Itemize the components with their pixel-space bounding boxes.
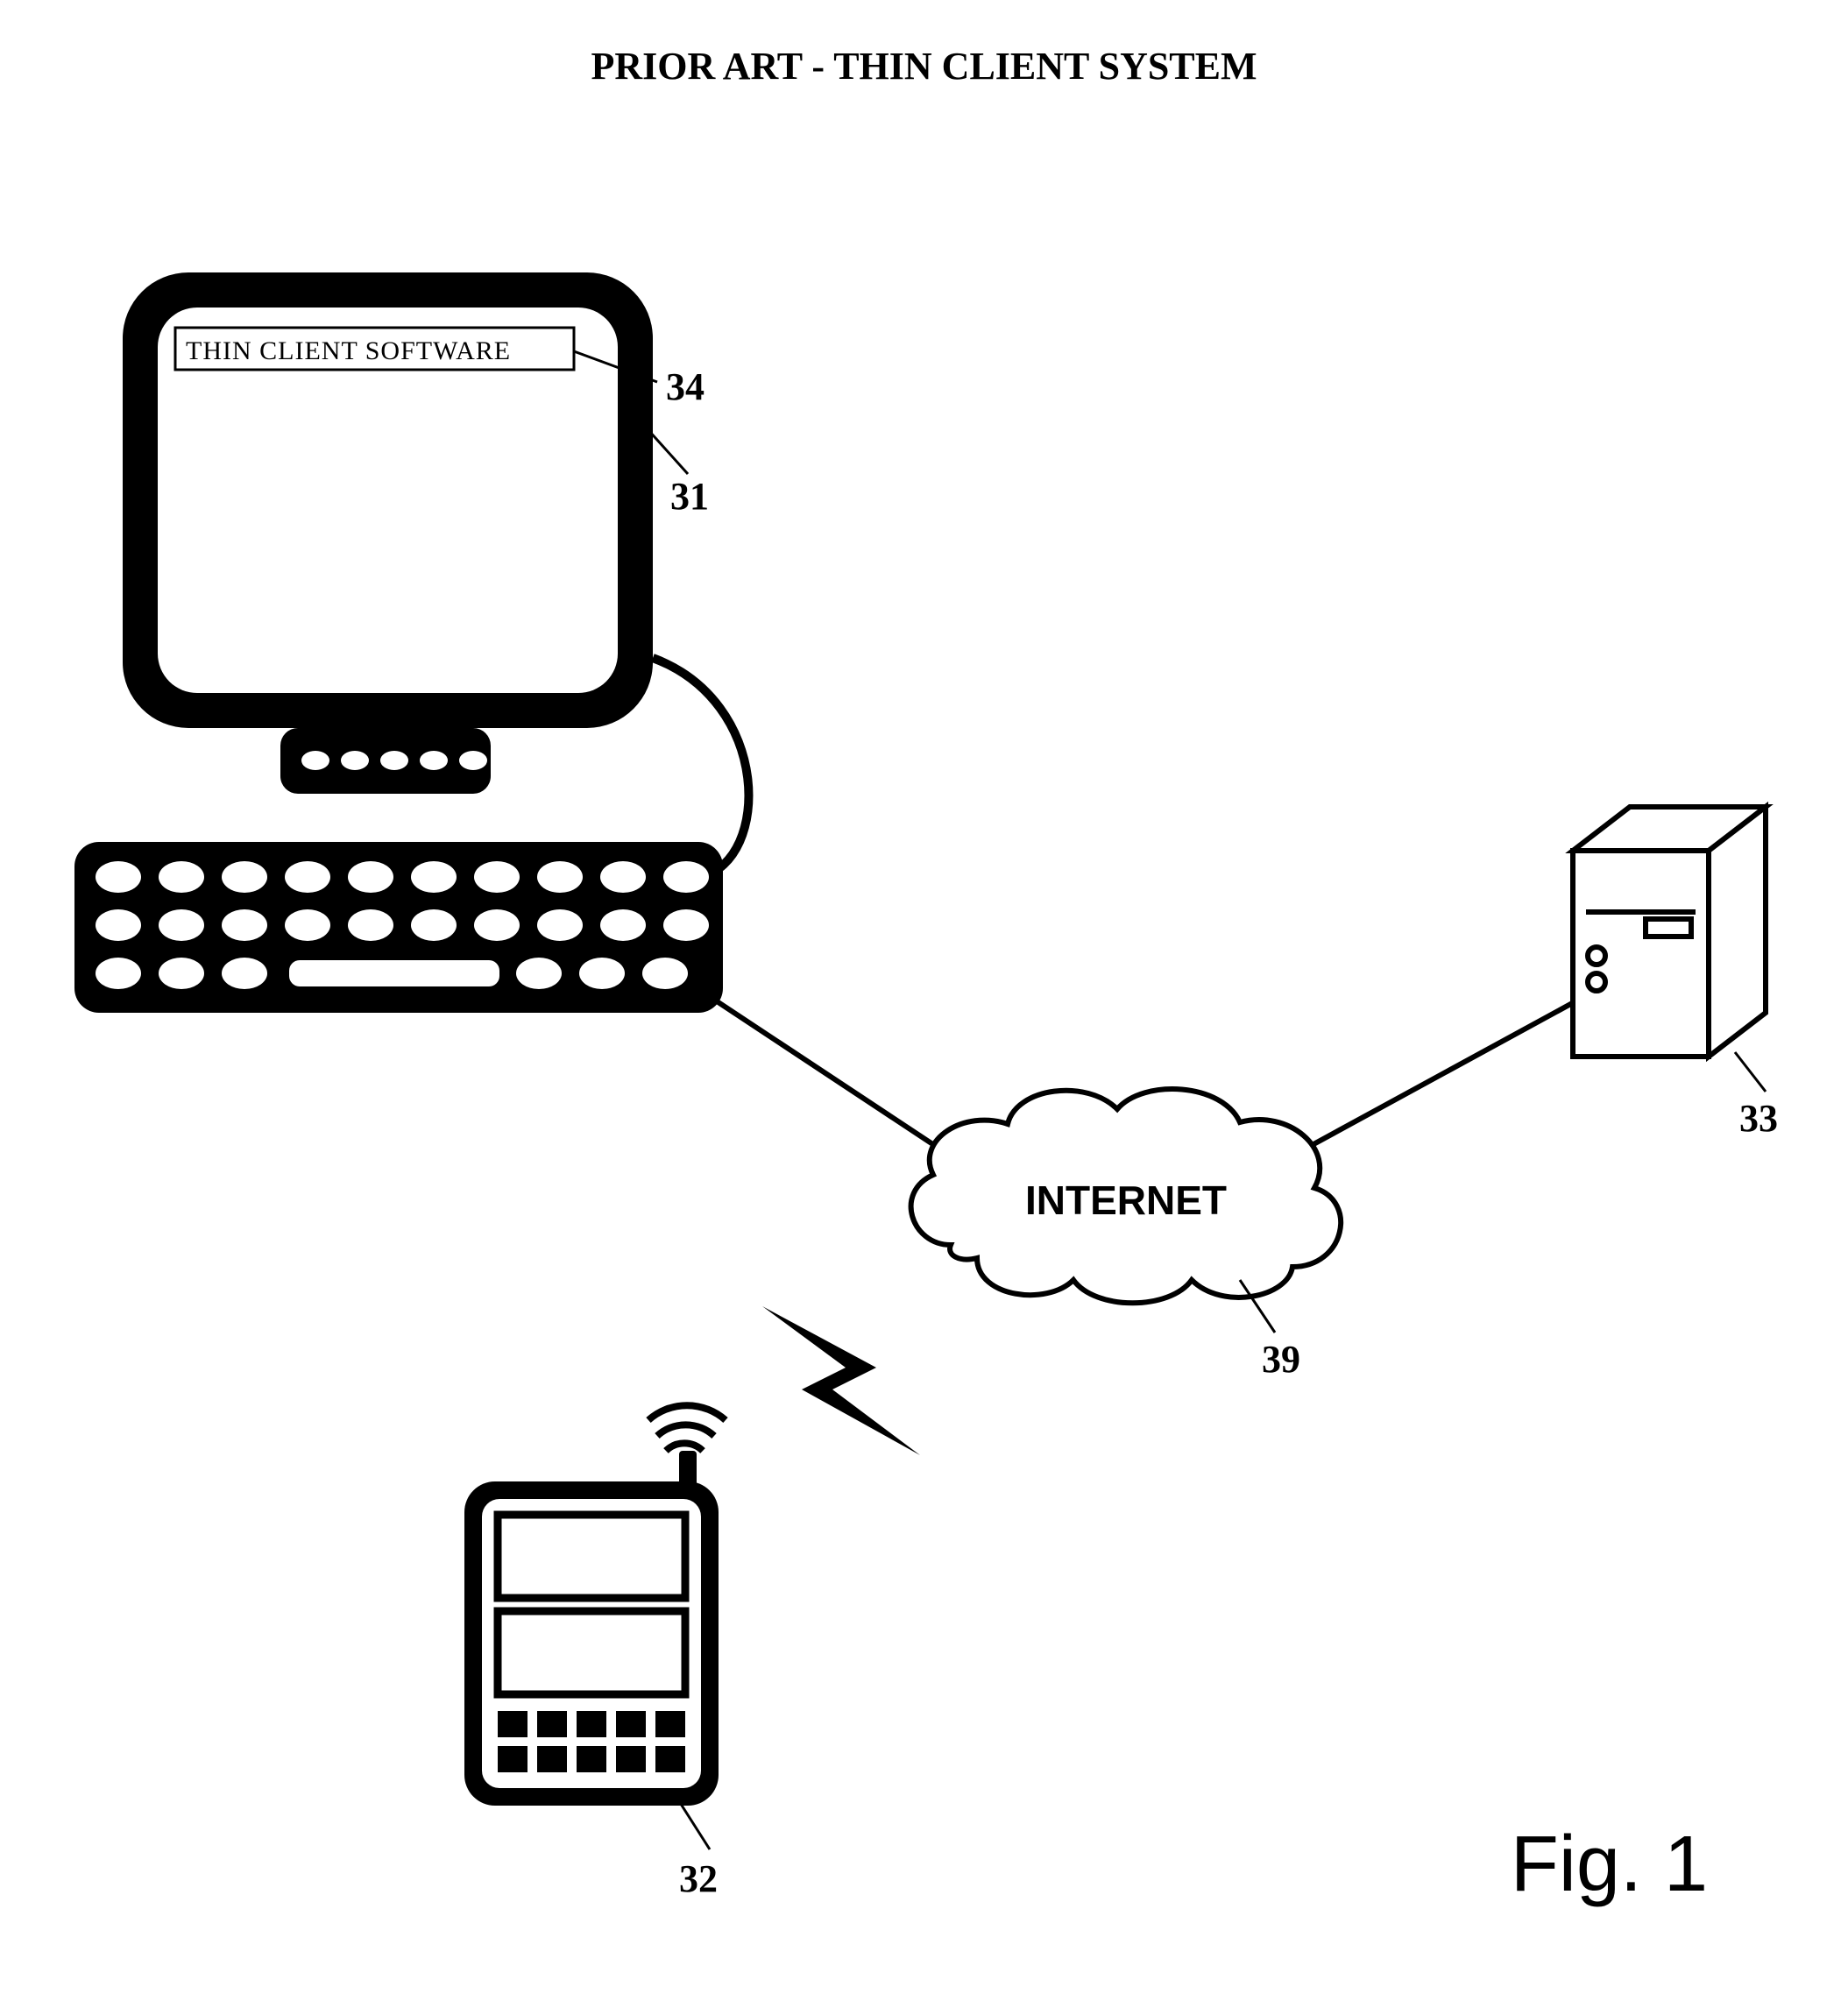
link-cloud-server xyxy=(1306,991,1595,1149)
wireless-pda xyxy=(464,1405,726,1806)
figure-label: Fig. 1 xyxy=(1511,1820,1708,1910)
cloud-label: INTERNET xyxy=(1025,1177,1227,1223)
software-label: THIN CLIENT SOFTWARE xyxy=(186,336,511,365)
keyboard xyxy=(74,842,723,1013)
diagram-canvas: THIN CLIENT SOFTWARE 34 31 xyxy=(35,141,1813,1893)
thin-client-monitor: THIN CLIENT SOFTWARE xyxy=(123,272,748,877)
ref-34: 34 xyxy=(666,365,705,408)
internet-cloud: INTERNET xyxy=(911,1089,1341,1303)
diagram-title: PRIOR ART - THIN CLIENT SYSTEM xyxy=(35,44,1813,88)
ref-33: 33 xyxy=(1739,1097,1778,1140)
server xyxy=(1573,807,1766,1057)
ref-39: 39 xyxy=(1262,1338,1300,1381)
ref-32: 32 xyxy=(679,1857,718,1893)
wireless-bolt-icon xyxy=(762,1306,920,1455)
ref-31: 31 xyxy=(670,475,709,518)
